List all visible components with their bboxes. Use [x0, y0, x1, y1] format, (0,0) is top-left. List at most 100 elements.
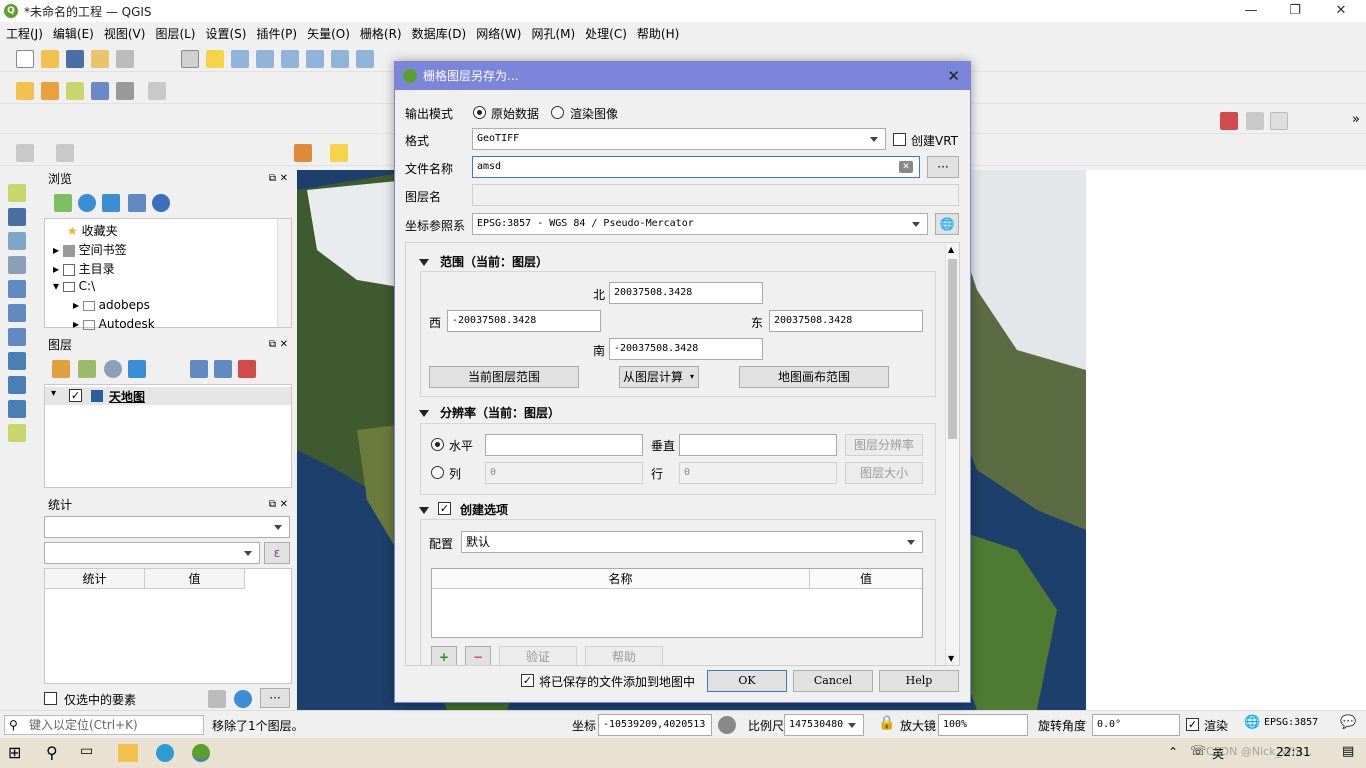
south-input[interactable]: -20037508.3428	[609, 338, 763, 360]
create-vrt-checkbox[interactable]	[893, 133, 906, 146]
horizontal-radio[interactable]	[431, 438, 444, 451]
new-project-icon[interactable]	[16, 50, 34, 68]
horizontal-input[interactable]	[485, 434, 643, 456]
minimize-button[interactable]: —	[1228, 0, 1274, 22]
columns-input[interactable]: 0	[485, 462, 643, 484]
clock[interactable]: 22:31	[1276, 745, 1311, 759]
float-panel-icon[interactable]: ⧉	[269, 336, 276, 354]
add-mssql-icon[interactable]	[8, 328, 26, 346]
pan-to-selection-icon[interactable]	[206, 50, 224, 68]
windows-start-icon[interactable]: ⊞	[8, 743, 21, 762]
task-view-icon[interactable]: ▭	[80, 743, 93, 759]
close-panel-icon[interactable]: ✕	[280, 170, 288, 188]
tree-item-favorites[interactable]: ★ 收藏夹	[67, 222, 118, 239]
browse-button[interactable]: ···	[927, 156, 959, 178]
menu-project[interactable]: 工程(J)	[6, 25, 43, 42]
clear-input-icon[interactable]: ✕	[899, 161, 913, 173]
add-to-map-checkbox[interactable]: ✓	[521, 674, 534, 687]
layout-manager-icon[interactable]	[116, 50, 134, 68]
menu-raster[interactable]: 栅格(R)	[360, 25, 402, 42]
coord-toggle-icon[interactable]	[718, 716, 736, 734]
data-source-manager-icon[interactable]	[16, 82, 34, 100]
copy-icon[interactable]	[208, 690, 226, 708]
map-canvas-extent-button[interactable]: 地图画布范围	[739, 366, 889, 388]
cancel-button[interactable]: Cancel	[793, 670, 873, 692]
new-geopackage-icon[interactable]	[41, 82, 59, 100]
add-raster-layer-icon[interactable]	[8, 208, 26, 226]
add-virtual-layer-icon[interactable]	[8, 424, 26, 442]
new-virtual-layer-icon[interactable]	[116, 82, 134, 100]
save-project-icon[interactable]	[66, 50, 84, 68]
expand-all-icon[interactable]	[190, 360, 208, 378]
add-option-icon[interactable]: +	[431, 646, 457, 665]
zoom-selection-icon[interactable]	[306, 50, 324, 68]
edge-icon[interactable]	[156, 744, 174, 762]
zoom-full-icon[interactable]	[281, 50, 299, 68]
rotation-field[interactable]: 0.0°	[1092, 714, 1180, 736]
new-shapefile-icon[interactable]	[66, 82, 84, 100]
more-toolbar-icon[interactable]: »	[1352, 112, 1360, 127]
select-by-expression-icon[interactable]	[330, 144, 348, 162]
add-postgis-icon[interactable]	[8, 304, 26, 322]
collapse-all-icon[interactable]	[128, 194, 146, 212]
menu-help[interactable]: 帮助(H)	[637, 25, 679, 42]
menu-web[interactable]: 网络(W)	[476, 25, 521, 42]
current-layer-extent-button[interactable]: 当前图层范围	[429, 366, 579, 388]
stats-options-button[interactable]: ···	[260, 688, 290, 708]
options-scrollbar[interactable]: ▲ ▼	[945, 243, 959, 665]
magnifier-field[interactable]: 100%	[938, 714, 1028, 736]
locator-input[interactable]: ⚲ 键入以定位(Ctrl+K)	[4, 715, 204, 735]
add-vector-layer-icon[interactable]	[8, 184, 26, 202]
add-selected-icon[interactable]	[54, 194, 72, 212]
profile-combo[interactable]: 默认	[461, 531, 923, 553]
scale-combo[interactable]: 147530480	[784, 714, 864, 736]
layername-input[interactable]	[472, 184, 959, 206]
open-project-icon[interactable]	[41, 50, 59, 68]
tree-item-adobeps[interactable]: ▸ adobeps	[73, 298, 150, 312]
resolution-collapse-icon[interactable]	[419, 410, 429, 417]
layer-resolution-button[interactable]: 图层分辨率	[845, 434, 923, 456]
filter-legend-icon[interactable]	[128, 360, 146, 378]
tree-item-c-drive[interactable]: ▾ C:\	[53, 279, 95, 293]
dialog-close-icon[interactable]: ✕	[947, 62, 960, 90]
add-delimited-text-icon[interactable]	[8, 256, 26, 274]
vertical-input[interactable]	[679, 434, 837, 456]
float-panel-icon[interactable]: ⧉	[269, 170, 276, 188]
west-input[interactable]: -20037508.3428	[447, 310, 601, 332]
grid-icon[interactable]	[1270, 112, 1288, 130]
close-window-button[interactable]: ✕	[1318, 0, 1364, 22]
columns-radio[interactable]	[431, 466, 444, 479]
new-print-layout-icon[interactable]	[91, 50, 109, 68]
add-group-icon[interactable]	[78, 360, 96, 378]
tray-expand-icon[interactable]: ⌃	[1168, 745, 1178, 759]
format-combo[interactable]: GeoTIFF	[472, 128, 886, 150]
float-panel-icon[interactable]: ⧉	[269, 496, 276, 514]
layer-visibility-checkbox[interactable]: ✓	[69, 389, 82, 402]
menu-edit[interactable]: 编辑(E)	[53, 25, 94, 42]
collapse-all-icon[interactable]	[214, 360, 232, 378]
rows-input[interactable]: 0	[679, 462, 837, 484]
snapping-icon[interactable]	[1246, 112, 1264, 130]
menu-plugins[interactable]: 插件(P)	[256, 25, 297, 42]
pan-icon[interactable]	[181, 50, 199, 68]
new-spatialite-icon[interactable]	[91, 82, 109, 100]
manage-visibility-icon[interactable]	[104, 360, 122, 378]
mode-rendered-radio[interactable]	[551, 106, 564, 119]
tree-item-bookmarks[interactable]: ▸ 空间书签	[53, 241, 127, 258]
network-icon[interactable]: ☏	[1190, 744, 1206, 759]
tree-item-home[interactable]: ▸ 主目录	[53, 260, 115, 277]
messages-icon[interactable]: 💬	[1340, 715, 1356, 730]
menu-database[interactable]: 数据库(D)	[412, 25, 467, 42]
menu-settings[interactable]: 设置(S)	[206, 25, 247, 42]
stats-field-combo[interactable]	[44, 542, 260, 564]
calc-from-layer-button[interactable]: 从图层计算 ▾	[619, 366, 699, 388]
layer-size-button[interactable]: 图层大小	[845, 462, 923, 484]
zoom-out-icon[interactable]	[256, 50, 274, 68]
menu-view[interactable]: 视图(V)	[104, 25, 146, 42]
options-help-button[interactable]: 帮助	[585, 646, 663, 665]
expression-icon[interactable]: ε	[264, 542, 290, 564]
ok-button[interactable]: OK	[707, 670, 787, 692]
refresh-icon[interactable]	[78, 194, 96, 212]
validate-button[interactable]: 验证	[499, 646, 577, 665]
stats-layer-combo[interactable]	[44, 516, 290, 538]
